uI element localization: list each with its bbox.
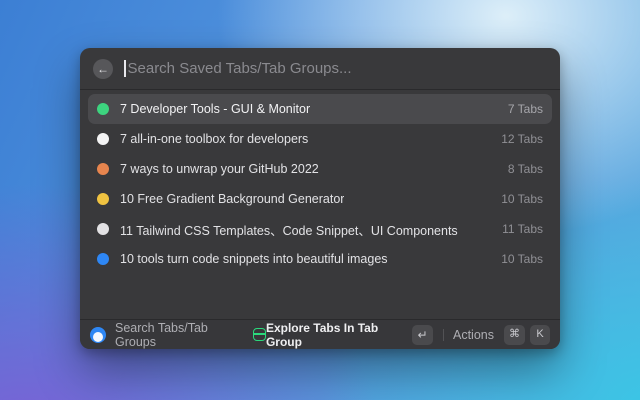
actions-label: Actions [453, 328, 494, 342]
tab-count-badge: 7 Tabs [496, 102, 543, 116]
tab-group-row[interactable]: 7 ways to unwrap your GitHub 2022 8 Tabs [88, 154, 552, 184]
search-input[interactable] [128, 60, 548, 77]
tab-group-row[interactable]: 11 Tailwind CSS Templates、Code Snippet、U… [88, 214, 552, 244]
footer-actions: Explore Tabs In Tab Group ↵ Actions ⌘ K [266, 321, 550, 349]
tab-group-title: 7 Developer Tools - GUI & Monitor [120, 102, 310, 116]
tab-count-badge: 10 Tabs [489, 192, 543, 206]
tab-count-badge: 10 Tabs [489, 252, 543, 266]
app-icon [90, 327, 106, 343]
footer-app-label: Search Tabs/Tab Groups [115, 321, 244, 349]
actions-menu-button[interactable]: Actions ⌘ K [453, 325, 550, 345]
tab-group-row[interactable]: 10 tools turn code snippets into beautif… [88, 244, 552, 274]
tab-count-badge: 12 Tabs [489, 132, 543, 146]
tab-group-title: 7 ways to unwrap your GitHub 2022 [120, 162, 319, 176]
color-dot-icon [97, 223, 109, 235]
tab-group-icon [253, 328, 266, 341]
tab-group-title: 11 Tailwind CSS Templates、Code Snippet、U… [120, 220, 458, 239]
command-palette-window: ← 7 Developer Tools - GUI & Monitor 7 Ta… [80, 48, 560, 349]
tab-group-title: 10 tools turn code snippets into beautif… [120, 252, 388, 266]
footer-divider [443, 329, 444, 341]
tab-group-title: 7 all-in-one toolbox for developers [120, 132, 308, 146]
footer-bar: Search Tabs/Tab Groups Explore Tabs In T… [80, 319, 560, 349]
enter-key-icon: ↵ [412, 325, 433, 345]
color-dot-icon [97, 133, 109, 145]
footer-app-info: Search Tabs/Tab Groups [90, 321, 266, 349]
tab-count-badge: 8 Tabs [496, 162, 543, 176]
command-key-icon: ⌘ [504, 325, 525, 345]
explore-tabs-action[interactable]: Explore Tabs In Tab Group ↵ [266, 321, 433, 349]
color-dot-icon [97, 163, 109, 175]
back-arrow-icon: ← [97, 63, 109, 75]
tab-groups-list: 7 Developer Tools - GUI & Monitor 7 Tabs… [80, 90, 560, 319]
tab-group-row[interactable]: 10 Free Gradient Background Generator 10… [88, 184, 552, 214]
color-dot-icon [97, 193, 109, 205]
color-dot-icon [97, 253, 109, 265]
search-bar: ← [80, 48, 560, 90]
text-caret [124, 60, 126, 77]
tab-count-badge: 11 Tabs [490, 222, 543, 236]
tab-group-title: 10 Free Gradient Background Generator [120, 192, 344, 206]
color-dot-icon [97, 103, 109, 115]
back-button[interactable]: ← [93, 59, 113, 79]
explore-tabs-label: Explore Tabs In Tab Group [266, 321, 405, 349]
k-key-icon: K [530, 325, 550, 345]
tab-group-row[interactable]: 7 Developer Tools - GUI & Monitor 7 Tabs [88, 94, 552, 124]
tab-group-row[interactable]: 7 all-in-one toolbox for developers 12 T… [88, 124, 552, 154]
